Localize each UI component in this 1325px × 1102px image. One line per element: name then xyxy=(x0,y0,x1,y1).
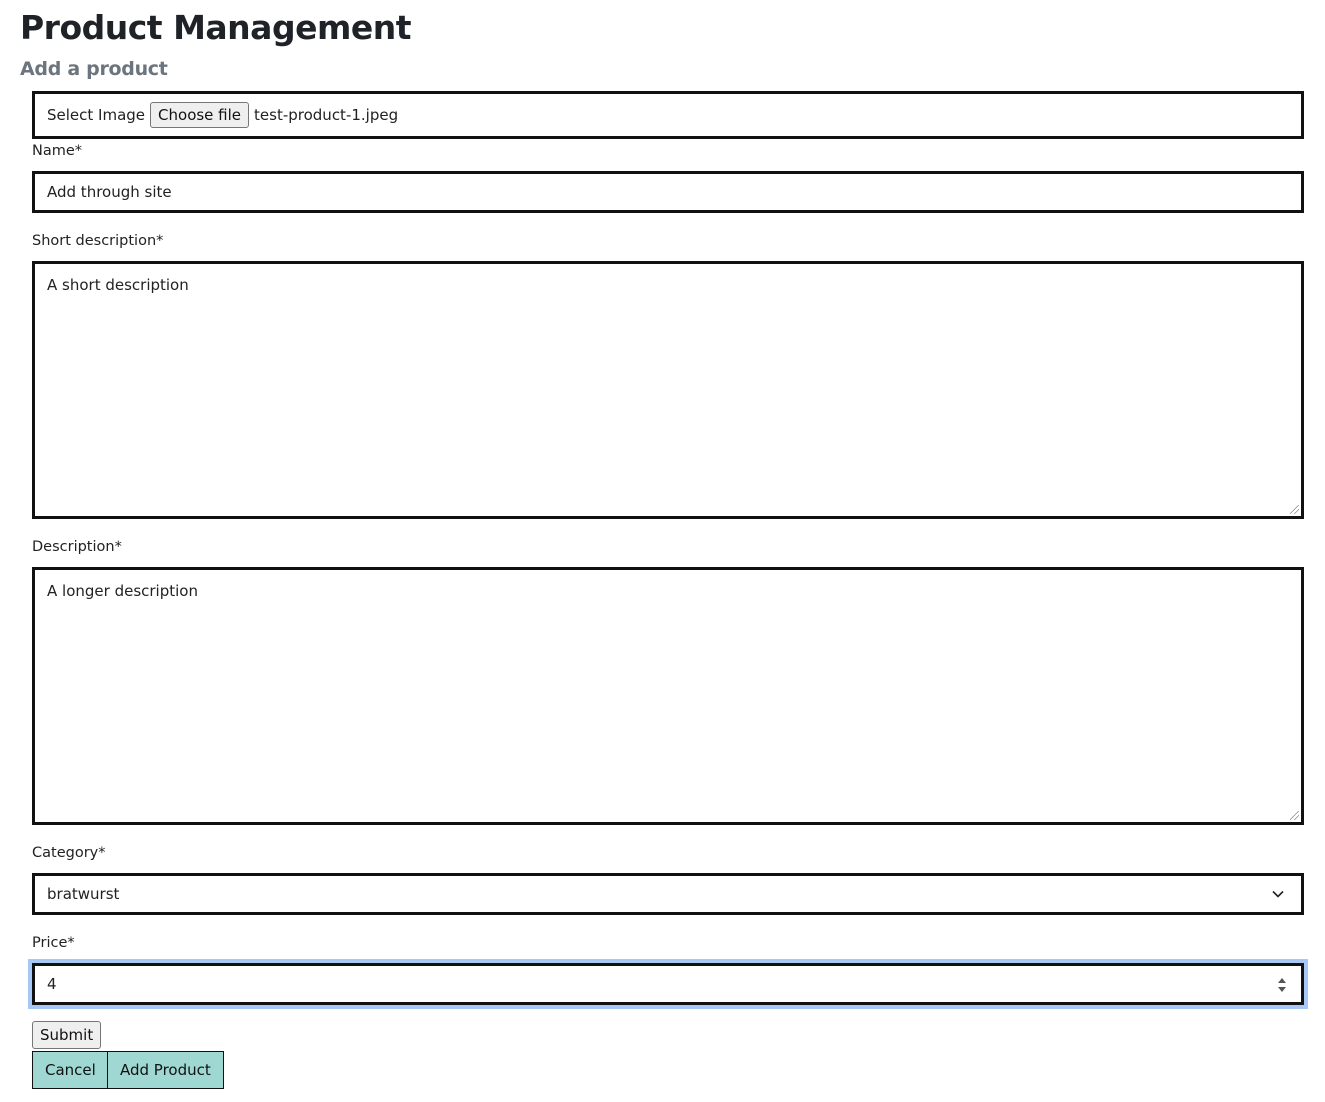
choose-file-button[interactable]: Choose file xyxy=(150,102,250,128)
price-label: Price* xyxy=(32,935,75,951)
price-input[interactable]: 4 xyxy=(28,959,1308,1009)
name-input[interactable]: Add through site xyxy=(32,171,1304,213)
name-input-value: Add through site xyxy=(47,183,172,201)
resize-handle-icon[interactable] xyxy=(1290,505,1299,514)
spinner-icon[interactable] xyxy=(1277,975,1287,995)
short-description-textarea[interactable]: A short description xyxy=(32,261,1304,519)
page-subtitle: Add a product xyxy=(20,58,168,80)
submit-button[interactable]: Submit xyxy=(32,1021,102,1049)
selected-file-name: test-product-1.jpeg xyxy=(254,106,399,124)
cancel-button[interactable]: Cancel xyxy=(32,1051,109,1089)
price-input-value: 4 xyxy=(47,975,57,993)
category-select[interactable]: bratwurst xyxy=(32,873,1304,915)
name-label: Name* xyxy=(32,143,83,159)
short-description-label: Short description* xyxy=(32,233,164,249)
add-product-button[interactable]: Add Product xyxy=(107,1051,224,1089)
category-selected-value: bratwurst xyxy=(47,885,120,903)
description-value: A longer description xyxy=(47,582,198,600)
chevron-down-icon xyxy=(1272,890,1284,898)
category-label: Category* xyxy=(32,845,106,861)
image-field-label: Select Image xyxy=(47,106,146,124)
description-label: Description* xyxy=(32,539,122,555)
page-title: Product Management xyxy=(20,8,411,47)
resize-handle-icon[interactable] xyxy=(1290,811,1299,820)
image-file-field: Select Image Choose file test-product-1.… xyxy=(32,91,1304,139)
short-description-value: A short description xyxy=(47,276,189,294)
description-textarea[interactable]: A longer description xyxy=(32,567,1304,825)
